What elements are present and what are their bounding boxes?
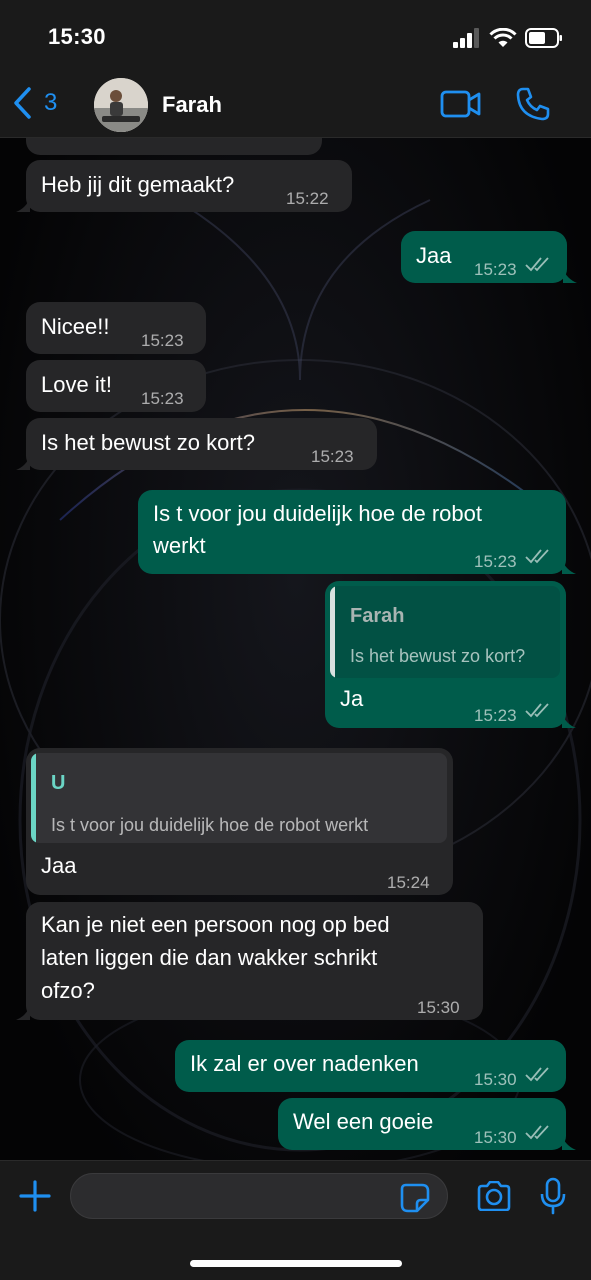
message-text-line: ofzo? — [41, 978, 95, 1003]
quote-accent-bar — [330, 586, 335, 678]
message-text-line: Kan je niet een persoon nog op bed — [41, 912, 390, 937]
contact-name[interactable]: Farah — [162, 92, 222, 118]
message-input[interactable] — [70, 1173, 448, 1219]
message-bubble-incoming[interactable]: Kan je niet een persoon nog op bed laten… — [16, 902, 483, 1020]
message-text-line: laten liggen die dan wakker schrikt — [41, 945, 378, 970]
chat-header: 3 Farah — [0, 72, 591, 138]
read-receipt-icon — [525, 257, 549, 272]
read-receipt-icon — [525, 549, 549, 564]
quote-author: Farah — [350, 605, 405, 627]
back-button[interactable]: 3 — [12, 86, 57, 120]
message-time: 15:23 — [141, 389, 184, 408]
message-text-line: werkt — [153, 533, 206, 558]
message-bubble-incoming[interactable]: Heb jij dit gemaakt? 15:22 — [16, 160, 352, 212]
sticker-icon — [400, 1183, 430, 1213]
message-bubble-outgoing[interactable]: Jaa 15:23 — [401, 231, 577, 283]
message-bubble-outgoing[interactable]: Is t voor jou duidelijk hoe de robot wer… — [138, 490, 576, 574]
message-text: Love it! — [41, 372, 112, 397]
message-time: 15:23 — [141, 331, 184, 350]
read-receipt-icon — [525, 1067, 549, 1082]
message-bubble-incoming-reply[interactable]: U Is t voor jou duidelijk hoe de robot w… — [26, 748, 453, 895]
wifi-icon — [489, 28, 517, 47]
status-time: 15:30 — [48, 24, 106, 49]
message-time: 15:23 — [474, 552, 517, 571]
read-receipt-icon — [525, 1125, 549, 1140]
status-bar: 15:30 — [0, 0, 591, 72]
quote-accent-bar — [31, 753, 36, 843]
quote-author: U — [51, 772, 66, 794]
message-bubble-outgoing[interactable]: Ik zal er over nadenken 15:30 — [175, 1040, 566, 1092]
message-bubble-incoming[interactable]: Nicee!! 15:23 — [26, 302, 206, 354]
microphone-button[interactable] — [540, 1177, 566, 1220]
message-text: Jaa — [416, 243, 452, 268]
plus-icon — [19, 1180, 51, 1212]
avatar[interactable] — [94, 78, 148, 132]
message-bubble-partial[interactable] — [26, 138, 322, 155]
message-time: 15:24 — [387, 873, 430, 892]
sticker-button[interactable] — [400, 1183, 430, 1218]
video-camera-icon — [440, 90, 481, 118]
message-bubble-outgoing[interactable]: Wel een goeie 15:30 — [278, 1098, 576, 1150]
message-text: Heb jij dit gemaakt? — [41, 172, 235, 197]
message-time: 15:30 — [474, 1128, 517, 1147]
camera-button[interactable] — [476, 1180, 512, 1216]
message-time: 15:30 — [417, 998, 460, 1017]
quote-text: Is t voor jou duidelijk hoe de robot wer… — [51, 815, 369, 835]
camera-icon — [477, 1180, 511, 1212]
message-text: Jaa — [41, 853, 77, 878]
message-text: Ik zal er over nadenken — [190, 1051, 419, 1076]
message-text: Nicee!! — [41, 314, 110, 339]
message-bubble-incoming[interactable]: Love it! 15:23 — [26, 360, 206, 412]
cellular-signal-icon — [453, 28, 479, 48]
message-text: Wel een goeie — [293, 1109, 434, 1134]
message-text-line: Is t voor jou duidelijk hoe de robot — [153, 501, 482, 526]
message-text: Ja — [340, 686, 364, 711]
read-receipt-icon — [525, 703, 549, 718]
message-time: 15:22 — [286, 189, 329, 208]
message-time: 15:23 — [474, 260, 517, 279]
message-time: 15:23 — [474, 706, 517, 725]
message-bubble-incoming[interactable]: Is het bewust zo kort? 15:23 — [16, 418, 377, 470]
microphone-icon — [540, 1177, 566, 1215]
message-list: Heb jij dit gemaakt? 15:22 Jaa 15:23 Nic… — [0, 138, 591, 1160]
home-indicator — [190, 1260, 402, 1267]
quoted-message[interactable]: U Is t voor jou duidelijk hoe de robot w… — [31, 753, 447, 843]
quote-text: Is het bewust zo kort? — [350, 646, 526, 666]
phone-icon — [516, 87, 550, 121]
status-icons — [453, 28, 563, 48]
voice-call-button[interactable] — [515, 86, 551, 127]
message-bubble-outgoing-reply[interactable]: Farah Is het bewust zo kort? Ja 15:23 — [325, 581, 576, 728]
unread-count: 3 — [44, 89, 58, 116]
attach-button[interactable] — [18, 1179, 52, 1218]
composer-bar — [0, 1160, 591, 1280]
message-text: Is het bewust zo kort? — [41, 430, 255, 455]
message-time: 15:23 — [311, 447, 354, 466]
quoted-message[interactable]: Farah Is het bewust zo kort? — [330, 586, 560, 678]
battery-icon — [525, 28, 562, 48]
message-time: 15:30 — [474, 1070, 517, 1089]
chevron-left-icon — [14, 87, 31, 119]
video-call-button[interactable] — [440, 90, 482, 123]
